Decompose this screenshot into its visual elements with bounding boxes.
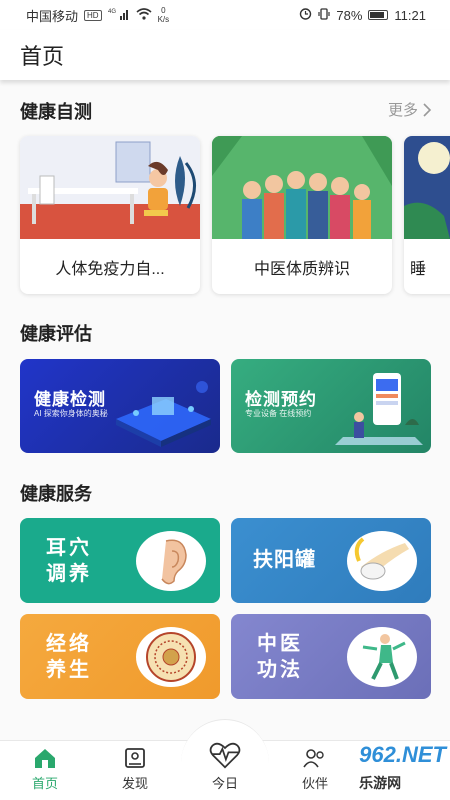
service-tile-ear-therapy[interactable]: 耳穴 调养 (20, 518, 220, 603)
iso-platform-illustration (116, 381, 211, 447)
battery-icon (368, 10, 389, 20)
taichi-figure-icon (347, 627, 417, 687)
card-label: 人体免疫力自... (55, 260, 165, 278)
banner-title: 健康检测 (34, 390, 106, 409)
wifi-icon (136, 7, 152, 23)
vibrate-icon (318, 7, 330, 23)
banner-subtitle: AI 探索你身体的奥秘 (34, 409, 108, 418)
tab-label: 伙伴 (301, 776, 328, 791)
ear-icon (136, 531, 206, 591)
tab-label: 首页 (31, 776, 58, 791)
banner-subtitle: 专业设备 在线预约 (245, 409, 312, 418)
tile-title-line1: 耳穴 (46, 537, 92, 559)
card-label: 中医体质辨识 (253, 260, 350, 278)
status-bar: 中国移动 HD 4G 0 K/s 78% 11:21 (0, 0, 450, 30)
service-tile-qigong[interactable]: 中医 功法 (231, 614, 431, 699)
sleep-illustration (404, 136, 450, 239)
tab-home[interactable]: 首页 (0, 741, 90, 800)
page-title: 首页 (20, 44, 65, 69)
home-icon (35, 749, 55, 768)
more-link[interactable]: 更多 (388, 99, 432, 120)
cupping-icon (347, 531, 417, 591)
main-content[interactable]: 健康自测 更多 人体免疫力自... 中医体质辨识 睡 健康评估 健康检测 AI … (0, 80, 450, 740)
alarm-icon (299, 7, 312, 23)
card-label: 睡 (410, 260, 427, 278)
tile-title-line2: 功法 (257, 659, 303, 681)
self-test-card-sleep[interactable]: 睡 (404, 136, 450, 294)
network-speed: 0 K/s (157, 6, 170, 24)
chevron-right-icon (423, 102, 432, 117)
immunity-illustration (20, 136, 200, 239)
tile-title-line2: 养生 (46, 659, 92, 681)
service-tile-meridian[interactable]: 经络 养生 (20, 614, 220, 699)
network-type: 4G (108, 9, 116, 15)
self-test-card-tcm-constitution[interactable]: 中医体质辨识 (212, 136, 392, 294)
app-header: 首页 (0, 30, 450, 80)
self-test-card-immunity[interactable]: 人体免疫力自... (20, 136, 200, 294)
watermark-logo: 962.NET 乐游网 (359, 742, 446, 791)
more-label: 更多 (387, 102, 418, 119)
carrier-label: 中国移动 (26, 8, 79, 24)
section-title-services: 健康服务 (20, 484, 92, 504)
tile-title-line1: 中医 (257, 633, 303, 655)
service-tile-cupping[interactable]: 扶阳罐 (231, 518, 431, 603)
discover-icon (125, 748, 145, 768)
tile-title-line2: 调养 (46, 563, 92, 585)
appointment-banner[interactable]: 检测预约 专业设备 在线预约 (231, 359, 431, 453)
tcm-group-illustration (212, 136, 392, 239)
tab-label: 今日 (211, 776, 238, 791)
battery-percent: 78% (336, 7, 363, 23)
meridian-wheel-icon (136, 627, 206, 687)
heartbeat-icon (209, 742, 241, 769)
tab-label: 发现 (121, 776, 148, 791)
tile-title-line1: 经络 (46, 633, 92, 655)
phone-booking-illustration (335, 373, 423, 445)
clock: 11:21 (394, 7, 426, 23)
banner-title: 检测预约 (245, 390, 317, 409)
hd-badge: HD (84, 9, 102, 21)
section-title-self-test: 健康自测 (20, 102, 92, 122)
partner-icon (303, 749, 324, 768)
bottom-tab-bar: 首页 发现 今日 伙伴 962.NET 乐游网 (0, 719, 450, 800)
tile-title-line1: 扶阳罐 (253, 549, 316, 571)
tab-partner[interactable]: 伙伴 (270, 741, 360, 800)
signal-icon: 4G (108, 8, 130, 23)
health-check-banner[interactable]: 健康检测 AI 探索你身体的奥秘 (20, 359, 220, 453)
section-title-assessment: 健康评估 (20, 324, 92, 344)
tab-today[interactable]: 今日 (180, 741, 270, 800)
tab-discover[interactable]: 发现 (90, 741, 180, 800)
